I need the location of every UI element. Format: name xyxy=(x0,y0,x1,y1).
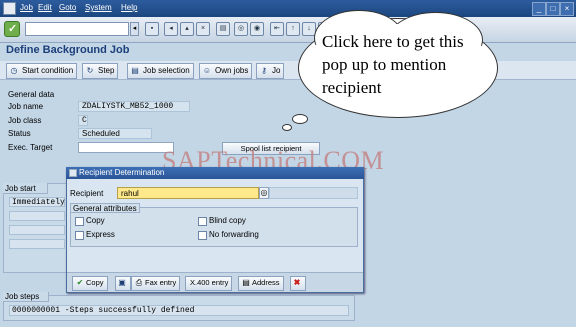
list-icon: ▤ xyxy=(131,66,139,75)
job-steps-label: Job steps xyxy=(3,292,49,302)
button-label: X.400 entry xyxy=(190,278,229,287)
general-attributes-group xyxy=(70,207,358,247)
cancel-icon[interactable]: × xyxy=(196,22,210,36)
status-field: Scheduled xyxy=(78,128,152,139)
exec-target-label: Exec. Target xyxy=(8,143,53,152)
menu-edit[interactable]: Edit xyxy=(38,3,52,12)
fax-entry-button[interactable]: ⎙ Fax entry xyxy=(131,276,181,291)
recipient-search-icon[interactable]: ◎ xyxy=(259,187,269,199)
recipient-input[interactable]: rahul xyxy=(117,187,259,199)
copy-button[interactable]: ✔ Copy xyxy=(72,276,108,291)
blind-copy-checkbox-label: Blind copy xyxy=(209,216,246,225)
express-checkbox[interactable] xyxy=(75,231,84,240)
back-icon[interactable]: ◂ xyxy=(164,22,178,36)
clock-icon: ◷ xyxy=(10,66,18,75)
menu-system[interactable]: System xyxy=(85,3,112,12)
distribution-list-icon: ▣ xyxy=(118,278,126,287)
button-label: Step xyxy=(98,66,115,75)
close-window-icon[interactable]: × xyxy=(560,2,574,16)
button-label: Own jobs xyxy=(215,66,249,75)
address-book-icon: ▤ xyxy=(242,278,250,287)
menu-goto[interactable]: Goto xyxy=(59,3,76,12)
dialog-button-bar: ✔ Copy ▣ ⎙ Fax entry X.400 entry ▤ Address … xyxy=(67,272,363,292)
step-button[interactable]: ↻ Step xyxy=(82,63,119,79)
job-name-field[interactable]: ZDALIYSTK_MB52_1000 xyxy=(78,101,190,112)
callout-text: Click here to get this pop up to mention… xyxy=(322,32,464,97)
enter-button[interactable]: ✓ xyxy=(4,21,20,37)
job-start-row xyxy=(9,225,65,235)
page-title: Define Background Job xyxy=(6,44,130,56)
close-icon: ✖ xyxy=(293,278,301,287)
start-condition-button[interactable]: ◷ Start condition xyxy=(6,63,78,79)
person-icon: ☺ xyxy=(202,66,212,75)
button-label: Start condition xyxy=(22,66,74,75)
sap-window-icon[interactable] xyxy=(3,2,16,15)
general-attributes-label: General attributes xyxy=(70,203,140,213)
button-label: Fax entry xyxy=(145,278,177,287)
find-next-icon[interactable]: ◉ xyxy=(250,22,264,36)
job-start-row xyxy=(9,239,65,249)
recipient-label: Recipient xyxy=(70,189,104,198)
job-start-value: Immediately xyxy=(9,197,65,207)
copy-checkbox-label: Copy xyxy=(86,216,105,225)
recipient-description xyxy=(269,187,358,199)
save-icon[interactable]: ▪ xyxy=(145,22,159,36)
dialog-window-icon[interactable] xyxy=(69,169,77,177)
blind-copy-checkbox[interactable] xyxy=(198,217,207,226)
checkmark-icon: ✓ xyxy=(8,23,18,35)
copy-checkbox[interactable] xyxy=(75,217,84,226)
menu-help[interactable]: Help xyxy=(121,3,137,12)
fax-icon: ⎙ xyxy=(135,278,143,287)
job-class-label: Job class xyxy=(8,116,42,125)
job-class-field[interactable]: C xyxy=(78,115,88,126)
exec-target-input[interactable] xyxy=(78,142,174,153)
menu-job[interactable]: Job xyxy=(20,3,33,12)
x400-entry-button[interactable]: X.400 entry xyxy=(185,276,233,291)
step-icon: ↻ xyxy=(86,66,94,75)
status-label: Status xyxy=(8,129,31,138)
job-selection-button[interactable]: ▤ Job selection xyxy=(127,63,194,79)
minimize-icon[interactable]: _ xyxy=(532,2,546,16)
button-label: Job selection xyxy=(143,66,190,75)
print-icon[interactable]: ▤ xyxy=(216,22,230,36)
maximize-icon[interactable]: □ xyxy=(546,2,560,16)
no-forwarding-checkbox[interactable] xyxy=(198,231,207,240)
exit-icon[interactable]: ▴ xyxy=(180,22,194,36)
job-name-label: Job name xyxy=(8,102,44,111)
cancel-button[interactable]: ✖ xyxy=(290,276,306,291)
button-label: Address xyxy=(252,278,280,287)
checkmark-icon: ✔ xyxy=(76,278,84,287)
find-icon[interactable]: ◎ xyxy=(234,22,248,36)
command-field[interactable] xyxy=(25,22,129,36)
dialog-title: Recipient Determination xyxy=(66,167,364,179)
address-button[interactable]: ▤ Address xyxy=(238,276,284,291)
no-forwarding-checkbox-label: No forwarding xyxy=(209,230,259,239)
recipient-list-button[interactable]: ▣ xyxy=(115,276,131,291)
command-history-icon[interactable]: ◂ xyxy=(130,22,139,36)
button-label: Copy xyxy=(86,278,104,287)
job-start-row xyxy=(9,211,65,221)
express-checkbox-label: Express xyxy=(86,230,115,239)
job-steps-status: 0000000001 -Steps successfully defined xyxy=(9,305,349,316)
own-jobs-button[interactable]: ☺ Own jobs xyxy=(199,63,253,79)
job-start-label: Job start xyxy=(3,183,48,194)
general-data-heading: General data xyxy=(8,90,55,99)
